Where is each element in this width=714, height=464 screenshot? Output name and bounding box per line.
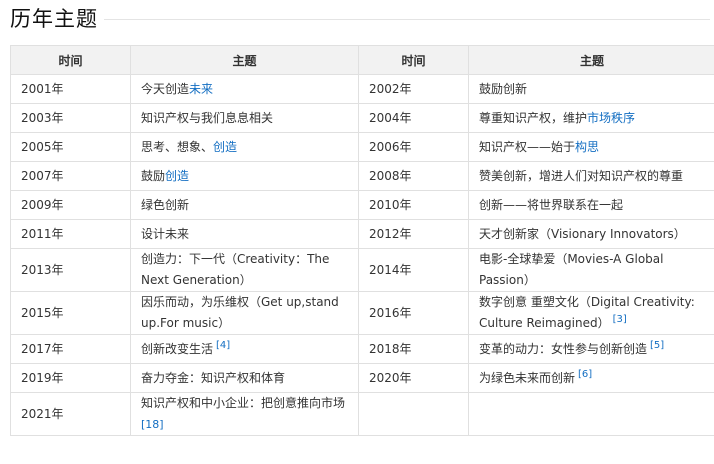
theme-link[interactable]: 创造 <box>213 140 237 154</box>
theme-cell: 创新——将世界联系在一起 <box>468 190 714 220</box>
year-cell: 2014年 <box>358 248 469 292</box>
year-cell: 2021年 <box>10 392 131 436</box>
year-cell <box>358 392 469 436</box>
theme-text: 知识产权和中小企业：把创意推向市场 <box>141 396 346 410</box>
theme-cell: 变革的动力：女性参与创新创造 [5] <box>468 334 714 364</box>
themes-table: 时间 主题 时间 主题 2001年 今天创造未来 2002年 鼓励创新 2003… <box>10 45 714 436</box>
theme-cell: 创新改变生活 [4] <box>130 334 359 364</box>
year-cell: 2012年 <box>358 219 469 249</box>
column-header-theme: 主题 <box>130 45 359 75</box>
theme-text: 今天创造 <box>141 81 190 96</box>
table-row: 2001年 今天创造未来 2002年 鼓励创新 <box>10 74 714 104</box>
section-heading: 历年主题 <box>10 4 710 36</box>
theme-cell: 鼓励创造 <box>130 161 359 191</box>
year-cell: 2016年 <box>358 291 469 335</box>
table-row: 2013年 创造力：下一代（Creativity：The Next Genera… <box>10 248 714 292</box>
theme-cell: 电影-全球挚爱（Movies-A Global Passion） <box>468 248 714 292</box>
year-cell: 2019年 <box>10 363 131 393</box>
table-row: 2015年 因乐而动，为乐维权（Get up,stand up.For musi… <box>10 291 714 335</box>
theme-cell: 赞美创新，增进人们对知识产权的尊重 <box>468 161 714 191</box>
theme-cell: 思考、想象、创造 <box>130 132 359 162</box>
theme-text: 创新改变生活 <box>141 341 214 356</box>
theme-text: 鼓励 <box>141 168 166 183</box>
theme-cell: 尊重知识产权，维护市场秩序 <box>468 103 714 133</box>
reference-link[interactable]: [5] <box>650 340 664 351</box>
year-cell: 2007年 <box>10 161 131 191</box>
theme-text: 变革的动力：女性参与创新创造 <box>479 341 648 356</box>
reference-link[interactable]: [4] <box>216 340 230 351</box>
theme-cell: 为绿色未来而创新 [6] <box>468 363 714 393</box>
reference-link[interactable]: [3] <box>613 314 627 325</box>
year-cell: 2017年 <box>10 334 131 364</box>
table-header-row: 时间 主题 时间 主题 <box>10 45 714 75</box>
theme-cell: 天才创新家（Visionary Innovators） <box>468 219 714 249</box>
year-cell: 2003年 <box>10 103 131 133</box>
year-cell: 2011年 <box>10 219 131 249</box>
theme-text: 知识产权——始于 <box>479 139 576 154</box>
year-cell: 2006年 <box>358 132 469 162</box>
theme-cell <box>468 392 714 436</box>
year-cell: 2001年 <box>10 74 131 104</box>
year-cell: 2013年 <box>10 248 131 292</box>
theme-cell: 知识产权与我们息息相关 <box>130 103 359 133</box>
column-header-year: 时间 <box>10 45 131 75</box>
theme-cell: 设计未来 <box>130 219 359 249</box>
theme-link[interactable]: 构思 <box>575 140 599 154</box>
theme-link[interactable]: 市场秩序 <box>587 111 635 125</box>
theme-cell: 知识产权和中小企业：把创意推向市场 [18] <box>130 392 359 436</box>
year-cell: 2020年 <box>358 363 469 393</box>
column-header-theme: 主题 <box>468 45 714 75</box>
reference-link[interactable]: [18] <box>141 418 164 431</box>
theme-cell: 绿色创新 <box>130 190 359 220</box>
theme-cell: 鼓励创新 <box>468 74 714 104</box>
theme-text: 数字创意 重塑文化（Digital Creativity: Culture Re… <box>479 295 695 330</box>
year-cell: 2005年 <box>10 132 131 162</box>
year-cell: 2010年 <box>358 190 469 220</box>
table-row: 2009年 绿色创新 2010年 创新——将世界联系在一起 <box>10 190 714 220</box>
theme-cell: 数字创意 重塑文化（Digital Creativity: Culture Re… <box>468 291 714 335</box>
theme-cell: 奋力夺金：知识产权和体育 <box>130 363 359 393</box>
year-cell: 2008年 <box>358 161 469 191</box>
year-cell: 2002年 <box>358 74 469 104</box>
theme-text: 为绿色未来而创新 <box>479 370 576 385</box>
column-header-year: 时间 <box>358 45 469 75</box>
year-cell: 2018年 <box>358 334 469 364</box>
theme-text: 尊重知识产权，维护 <box>479 110 588 125</box>
page-title: 历年主题 <box>10 7 98 31</box>
theme-cell: 知识产权——始于构思 <box>468 132 714 162</box>
table-row: 2003年 知识产权与我们息息相关 2004年 尊重知识产权，维护市场秩序 <box>10 103 714 133</box>
theme-link[interactable]: 创造 <box>165 169 189 183</box>
theme-cell: 创造力：下一代（Creativity：The Next Generation） <box>130 248 359 292</box>
theme-cell: 因乐而动，为乐维权（Get up,stand up.For music） <box>130 291 359 335</box>
table-row: 2011年 设计未来 2012年 天才创新家（Visionary Innovat… <box>10 219 714 249</box>
year-cell: 2015年 <box>10 291 131 335</box>
year-cell: 2009年 <box>10 190 131 220</box>
theme-link[interactable]: 未来 <box>189 82 213 96</box>
theme-text: 思考、想象、 <box>141 139 214 154</box>
year-cell: 2004年 <box>358 103 469 133</box>
table-row: 2021年 知识产权和中小企业：把创意推向市场 [18] <box>10 392 714 436</box>
reference-link[interactable]: [6] <box>578 369 592 380</box>
table-row: 2019年 奋力夺金：知识产权和体育 2020年 为绿色未来而创新 [6] <box>10 363 714 393</box>
table-row: 2007年 鼓励创造 2008年 赞美创新，增进人们对知识产权的尊重 <box>10 161 714 191</box>
theme-cell: 今天创造未来 <box>130 74 359 104</box>
heading-divider <box>104 19 710 20</box>
table-row: 2005年 思考、想象、创造 2006年 知识产权——始于构思 <box>10 132 714 162</box>
table-row: 2017年 创新改变生活 [4] 2018年 变革的动力：女性参与创新创造 [5] <box>10 334 714 364</box>
